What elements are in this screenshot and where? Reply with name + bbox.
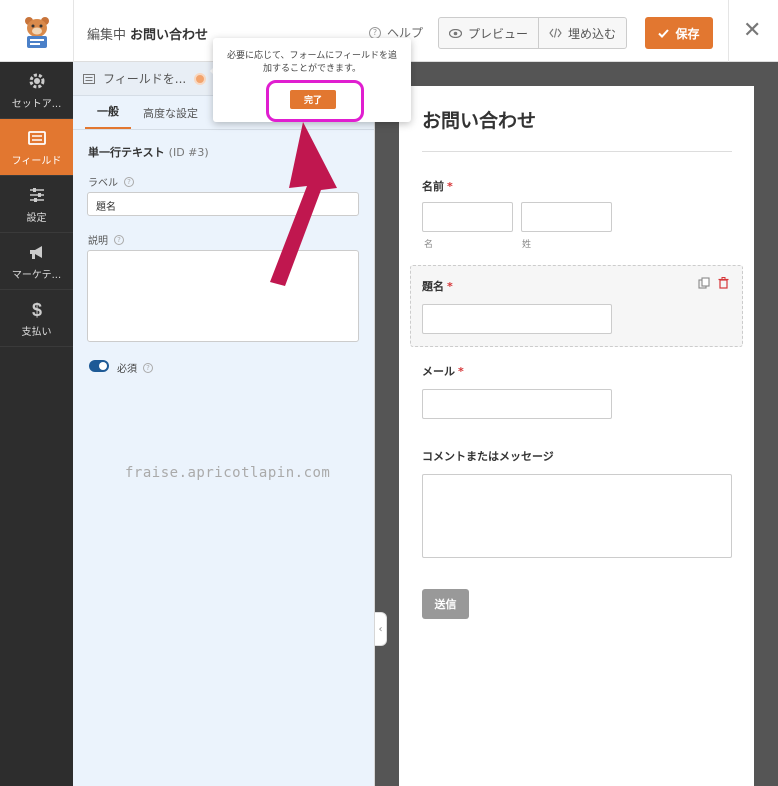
preview-embed-group: プレビュー 埋め込む <box>438 17 628 49</box>
help-icon[interactable]: ? <box>114 234 124 245</box>
last-name-input[interactable] <box>521 202 612 232</box>
form-preview: お問い合わせ 名前 * 名 姓 題名 * メール * コメントまたはメッセージ 送信 <box>399 86 754 786</box>
required-toggle[interactable] <box>89 360 109 372</box>
field-id: (ID #3) <box>168 146 209 159</box>
required-mark: * <box>447 280 453 293</box>
field-type: 単一行テキスト <box>88 146 165 159</box>
megaphone-icon <box>29 245 42 259</box>
divider <box>422 151 732 152</box>
code-icon <box>549 28 562 38</box>
subject-label-text: 題名 <box>422 280 444 293</box>
email-label-text: メール <box>422 365 455 378</box>
embed-label: 埋め込む <box>568 26 617 41</box>
question-icon: ? <box>369 26 381 39</box>
form-title: お問い合わせ <box>422 110 537 132</box>
help-icon[interactable]: ? <box>124 176 134 187</box>
sidebar-item-label: セットア... <box>11 98 62 110</box>
first-name-input[interactable] <box>422 202 513 232</box>
tooltip-text: 必要に応じて、フォームにフィールドを追加することができます。 <box>226 51 398 74</box>
duplicate-icon[interactable] <box>698 277 710 289</box>
sidebar-item-label: 支払い <box>21 326 52 338</box>
last-name-sublabel: 姓 <box>522 240 532 250</box>
name-label-text: 名前 <box>422 180 444 193</box>
sidebar-item-label: マーケテ... <box>11 269 62 281</box>
close-icon[interactable]: ✕ <box>743 18 761 43</box>
wpforms-logo <box>0 0 73 62</box>
save-label: 保存 <box>675 26 700 41</box>
preview-label: プレビュー <box>468 26 529 41</box>
submit-button[interactable]: 送信 <box>422 589 469 619</box>
sidebar-item-label: 設定 <box>26 212 47 224</box>
gear-icon <box>29 73 44 88</box>
trash-icon[interactable] <box>718 277 729 289</box>
message-textarea[interactable] <box>422 474 732 558</box>
name-field-label[interactable]: 名前 * <box>422 178 453 194</box>
email-field-label[interactable]: メール * <box>422 363 464 379</box>
first-name-sublabel: 名 <box>424 240 434 250</box>
fields-icon <box>83 73 95 84</box>
eye-icon <box>449 28 462 38</box>
check-icon <box>658 28 670 38</box>
annotation-highlight <box>266 80 364 122</box>
editing-prefix: 編集中 <box>87 28 127 43</box>
required-mark: * <box>458 365 464 378</box>
required-mark: * <box>447 180 453 193</box>
required-caption-text: 必須 <box>117 364 137 375</box>
email-input[interactable] <box>422 389 612 419</box>
field-actions <box>698 277 729 289</box>
svg-text:$: $ <box>31 300 41 319</box>
label-caption: ラベル ? <box>88 174 134 189</box>
description-caption: 説明 ? <box>88 232 124 247</box>
sidebar-item-setup[interactable]: セットア... <box>0 62 73 119</box>
save-button[interactable]: 保存 <box>645 17 713 49</box>
label-caption-text: ラベル <box>88 178 118 189</box>
watermark: fraise.apricotlapin.com <box>125 465 331 481</box>
tab-general[interactable]: 一般 <box>85 103 131 129</box>
sliders-icon <box>29 187 44 202</box>
bear-mascot-icon <box>24 17 49 48</box>
dollar-icon: $ <box>31 300 41 319</box>
builder-sidebar: セットア... フィールド 設定 マーケテ... $ 支払い <box>0 62 73 786</box>
preview-button[interactable]: プレビュー <box>439 18 538 48</box>
subject-field-label[interactable]: 題名 * <box>422 278 453 294</box>
sidebar-item-marketing[interactable]: マーケテ... <box>0 233 73 290</box>
annotation-arrow-icon <box>270 122 337 286</box>
field-type-title: 単一行テキスト (ID #3) <box>88 144 209 160</box>
fields-icon <box>27 130 46 145</box>
required-caption: 必須 ? <box>117 360 153 375</box>
pulse-indicator <box>194 72 207 85</box>
sidebar-item-settings[interactable]: 設定 <box>0 176 73 233</box>
sidebar-item-fields[interactable]: フィールド <box>0 119 73 176</box>
sidebar-item-payments[interactable]: $ 支払い <box>0 290 73 347</box>
description-caption-text: 説明 <box>88 236 108 247</box>
panel-header-label: フィールドを... <box>103 72 187 86</box>
divider <box>728 0 729 62</box>
help-icon[interactable]: ? <box>143 362 153 373</box>
editing-title: 編集中 お問い合わせ <box>87 24 208 43</box>
collapse-panel-button[interactable]: ‹ <box>375 612 387 646</box>
form-name: お問い合わせ <box>130 28 209 43</box>
tab-advanced[interactable]: 高度な設定 <box>131 105 210 129</box>
subject-input[interactable] <box>422 304 612 334</box>
divider <box>73 0 74 62</box>
sidebar-item-label: フィールド <box>11 155 62 167</box>
embed-button[interactable]: 埋め込む <box>538 18 626 48</box>
message-field-label[interactable]: コメントまたはメッセージ <box>422 448 554 464</box>
